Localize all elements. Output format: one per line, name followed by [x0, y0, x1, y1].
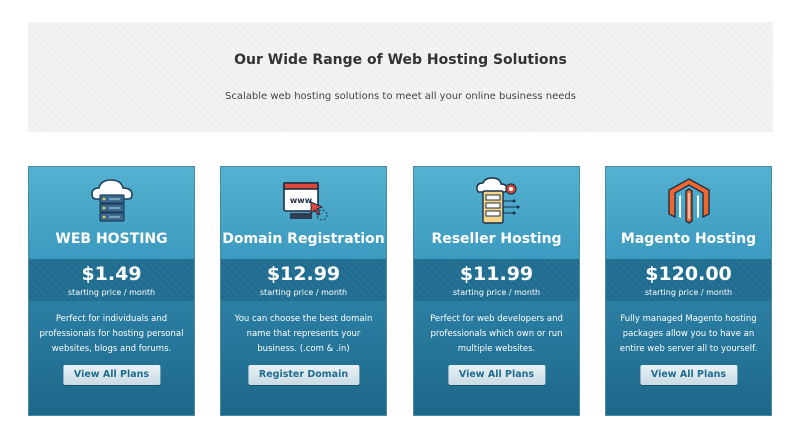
plan-cards: WEB HOSTING $1.49 starting price / month…: [28, 166, 774, 416]
plan-title: Domain Registration: [222, 231, 385, 247]
reseller-server-icon: [475, 177, 519, 224]
plan-card-magento-hosting: Magento Hosting $120.00 starting price /…: [605, 166, 772, 416]
plan-card-reseller-hosting: Reseller Hosting $11.99 starting price /…: [413, 166, 580, 416]
view-all-plans-button[interactable]: View All Plans: [62, 365, 161, 385]
hero-title: Our Wide Range of Web Hosting Solutions: [234, 52, 567, 68]
cloud-server-icon: [90, 179, 133, 222]
plan-card-domain-registration: www Domain Registration $12.99 starting …: [220, 166, 387, 416]
hero-subtitle: Scalable web hosting solutions to meet a…: [225, 91, 576, 102]
plan-price: $120.00: [645, 263, 732, 285]
magento-logo-icon: [667, 178, 710, 224]
plan-price-note: starting price / month: [452, 288, 541, 297]
plan-description: You can choose the best domain name that…: [234, 314, 373, 354]
hero-banner: Our Wide Range of Web Hosting Solutions …: [28, 22, 773, 132]
plan-description: Perfect for individuals and professional…: [39, 314, 184, 354]
plan-price: $1.49: [81, 263, 142, 285]
plan-title: Reseller Hosting: [431, 231, 562, 247]
plan-description: Perfect for web developers and professio…: [430, 314, 563, 354]
view-all-plans-button[interactable]: View All Plans: [639, 365, 738, 385]
www-browser-icon: www: [282, 182, 327, 221]
plan-price: $11.99: [459, 263, 534, 285]
plan-price-note: starting price / month: [259, 288, 348, 297]
plan-title: WEB HOSTING: [55, 231, 168, 247]
register-domain-button[interactable]: Register Domain: [247, 365, 360, 385]
plan-card-web-hosting: WEB HOSTING $1.49 starting price / month…: [28, 166, 195, 416]
plan-price: $12.99: [266, 263, 341, 285]
plan-price-note: starting price / month: [67, 288, 156, 297]
plan-price-note: starting price / month: [644, 288, 733, 297]
svg-text:www: www: [289, 196, 312, 205]
plan-description: Fully managed Magento hosting packages a…: [619, 314, 758, 354]
view-all-plans-button[interactable]: View All Plans: [447, 365, 546, 385]
plan-title: Magento Hosting: [620, 231, 757, 247]
